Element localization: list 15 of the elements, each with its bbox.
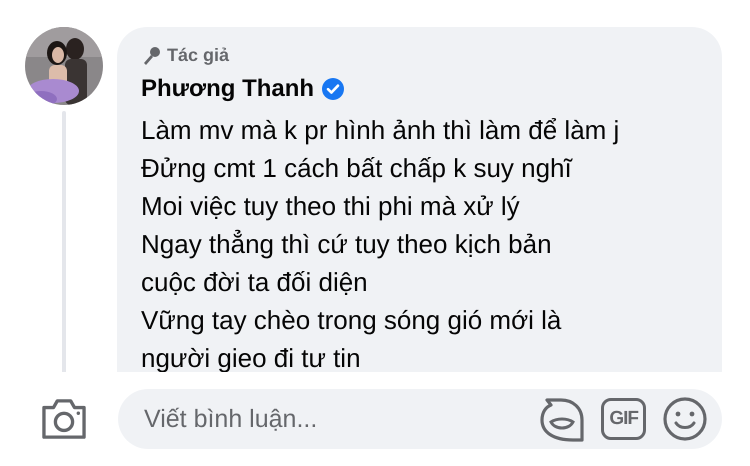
author-label: Tác giả — [167, 45, 230, 66]
emoji-icon[interactable] — [662, 396, 708, 442]
gif-button[interactable]: GIF — [601, 398, 646, 440]
comment-input[interactable]: Viết bình luận... GIF — [118, 389, 722, 449]
comment-text: Vững tay chèo trong sóng gió mới là — [141, 304, 562, 337]
comment-text: Làm mv mà k pr hình ảnh thì làm để làm j — [141, 114, 620, 147]
comment-text: Đửng cmt 1 cách bất chấp k suy nghĩ — [141, 152, 574, 185]
sticker-icon[interactable] — [539, 396, 586, 442]
comment-text: cuộc đời ta đối diện — [141, 266, 369, 299]
author-name[interactable]: Phương Thanh — [141, 75, 314, 103]
comment-text: Moi việc tuy theo thi phi mà xử lý — [141, 190, 521, 223]
microphone-icon — [141, 46, 161, 66]
comment-text: Ngay thẳng thì cứ tuy theo kịch bản — [141, 228, 553, 261]
comment-text: người gieo đi tư tin — [141, 342, 362, 375]
camera-icon[interactable] — [40, 398, 88, 440]
